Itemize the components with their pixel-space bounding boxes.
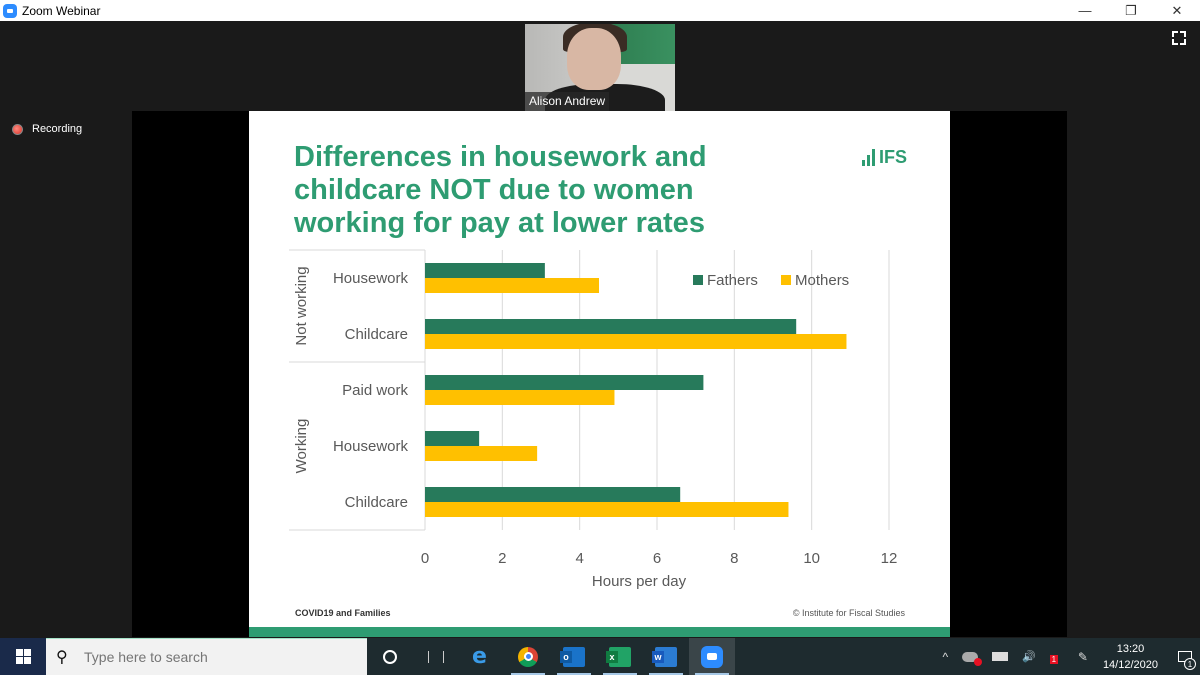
bar-mothers <box>425 334 847 349</box>
task-view-button[interactable] <box>413 638 459 675</box>
pen-icon[interactable]: ✎ <box>1078 650 1088 664</box>
bar-mothers <box>425 278 599 293</box>
clock-time: 13:20 <box>1116 642 1145 655</box>
x-tick-label: 2 <box>498 550 506 567</box>
start-button[interactable] <box>0 638 46 675</box>
fullscreen-icon[interactable] <box>1172 31 1186 45</box>
presentation-slide: Differences in housework and childcare N… <box>249 111 950 637</box>
windows-taskbar: ⚲ e o x w ^ 🔊 1 ✎ 13:20 14/12/2020 1 <box>0 638 1200 675</box>
taskbar-search[interactable]: ⚲ <box>46 638 367 675</box>
restore-button[interactable]: ❐ <box>1108 0 1154 21</box>
zoom-app-icon <box>3 3 17 18</box>
bar-fathers <box>425 263 545 278</box>
legend-label: Mothers <box>795 272 849 289</box>
legend-swatch-mothers <box>781 275 791 285</box>
window-title: Zoom Webinar <box>22 3 101 18</box>
category-label: Childcare <box>345 494 408 511</box>
close-button[interactable]: ✕ <box>1154 0 1200 21</box>
cortana-button[interactable] <box>367 638 413 675</box>
window-titlebar: Zoom Webinar — ❐ ✕ <box>0 0 1200 21</box>
category-label: Paid work <box>342 382 408 399</box>
x-tick-label: 4 <box>575 550 583 567</box>
edge-button[interactable]: e <box>459 638 505 675</box>
category-label: Childcare <box>345 326 408 343</box>
slide-footer-band <box>249 627 950 637</box>
search-icon: ⚲ <box>56 649 68 666</box>
recording-indicator[interactable]: Recording <box>12 123 82 135</box>
outlook-button[interactable]: o <box>551 638 597 675</box>
word-icon: w <box>652 646 677 667</box>
screen-share: Differences in housework and childcare N… <box>132 111 1067 637</box>
speaker-name-label: Alison Andrew <box>525 92 610 111</box>
slide-footer-right: © Institute for Fiscal Studies <box>792 608 905 618</box>
video-person-face <box>567 28 621 90</box>
x-tick-label: 8 <box>730 550 738 567</box>
recording-icon <box>12 123 23 135</box>
slide-footer-left: COVID19 and Families <box>295 608 391 618</box>
speaker-video[interactable]: Alison Andrew <box>525 24 675 111</box>
category-label: Housework <box>333 270 409 287</box>
edge-icon: e <box>472 643 487 669</box>
x-tick-label: 0 <box>421 550 429 567</box>
bar-mothers <box>425 390 615 405</box>
dropbox-icon[interactable]: 1 <box>1049 651 1064 664</box>
excel-button[interactable]: x <box>597 638 643 675</box>
bar-fathers <box>425 319 797 334</box>
action-center-button[interactable]: 1 <box>1170 638 1200 675</box>
recording-label: Recording <box>32 123 83 135</box>
chrome-button[interactable] <box>505 638 551 675</box>
bar-fathers <box>425 375 704 390</box>
cortana-icon <box>383 649 397 664</box>
chrome-icon <box>518 646 538 667</box>
search-input[interactable] <box>84 649 354 665</box>
zoom-icon <box>701 645 723 668</box>
windows-logo-icon <box>15 649 31 664</box>
legend-swatch-fathers <box>693 275 703 285</box>
battery-icon[interactable] <box>992 652 1009 661</box>
outlook-icon: o <box>560 646 585 667</box>
bar-fathers <box>425 487 681 502</box>
clock-date: 14/12/2020 <box>1102 658 1158 671</box>
excel-icon: x <box>606 646 631 667</box>
x-tick-label: 6 <box>653 550 661 567</box>
bar-chart: 0 2 4 6 8 10 12 Hours per day Not working Working… <box>289 249 898 590</box>
category-label: Housework <box>333 438 409 455</box>
legend-label: Fathers <box>707 272 758 289</box>
show-hidden-icons-button[interactable]: ^ <box>943 650 949 664</box>
x-tick-label: 12 <box>881 550 898 567</box>
clock[interactable]: 13:20 14/12/2020 <box>1103 641 1158 673</box>
minimize-button[interactable]: — <box>1062 0 1108 21</box>
group-label: Not working <box>293 266 310 345</box>
system-tray: ^ 🔊 1 ✎ 13:20 14/12/2020 1 <box>936 638 1200 675</box>
meeting-area: Alison Andrew Recording Differences in h… <box>0 21 1200 638</box>
word-button[interactable]: w <box>643 638 689 675</box>
zoom-taskbar-button[interactable] <box>689 638 735 675</box>
x-tick-label: 10 <box>803 550 820 567</box>
bar-mothers <box>425 446 538 461</box>
bar-fathers <box>425 431 480 446</box>
notification-count: 1 <box>1184 658 1196 670</box>
bar-mothers <box>425 502 789 517</box>
group-label: Working <box>293 419 310 474</box>
task-view-icon <box>428 650 444 663</box>
onedrive-error-icon[interactable] <box>962 651 983 666</box>
volume-icon[interactable]: 🔊 <box>1022 650 1036 663</box>
x-axis-label: Hours per day <box>592 573 687 590</box>
